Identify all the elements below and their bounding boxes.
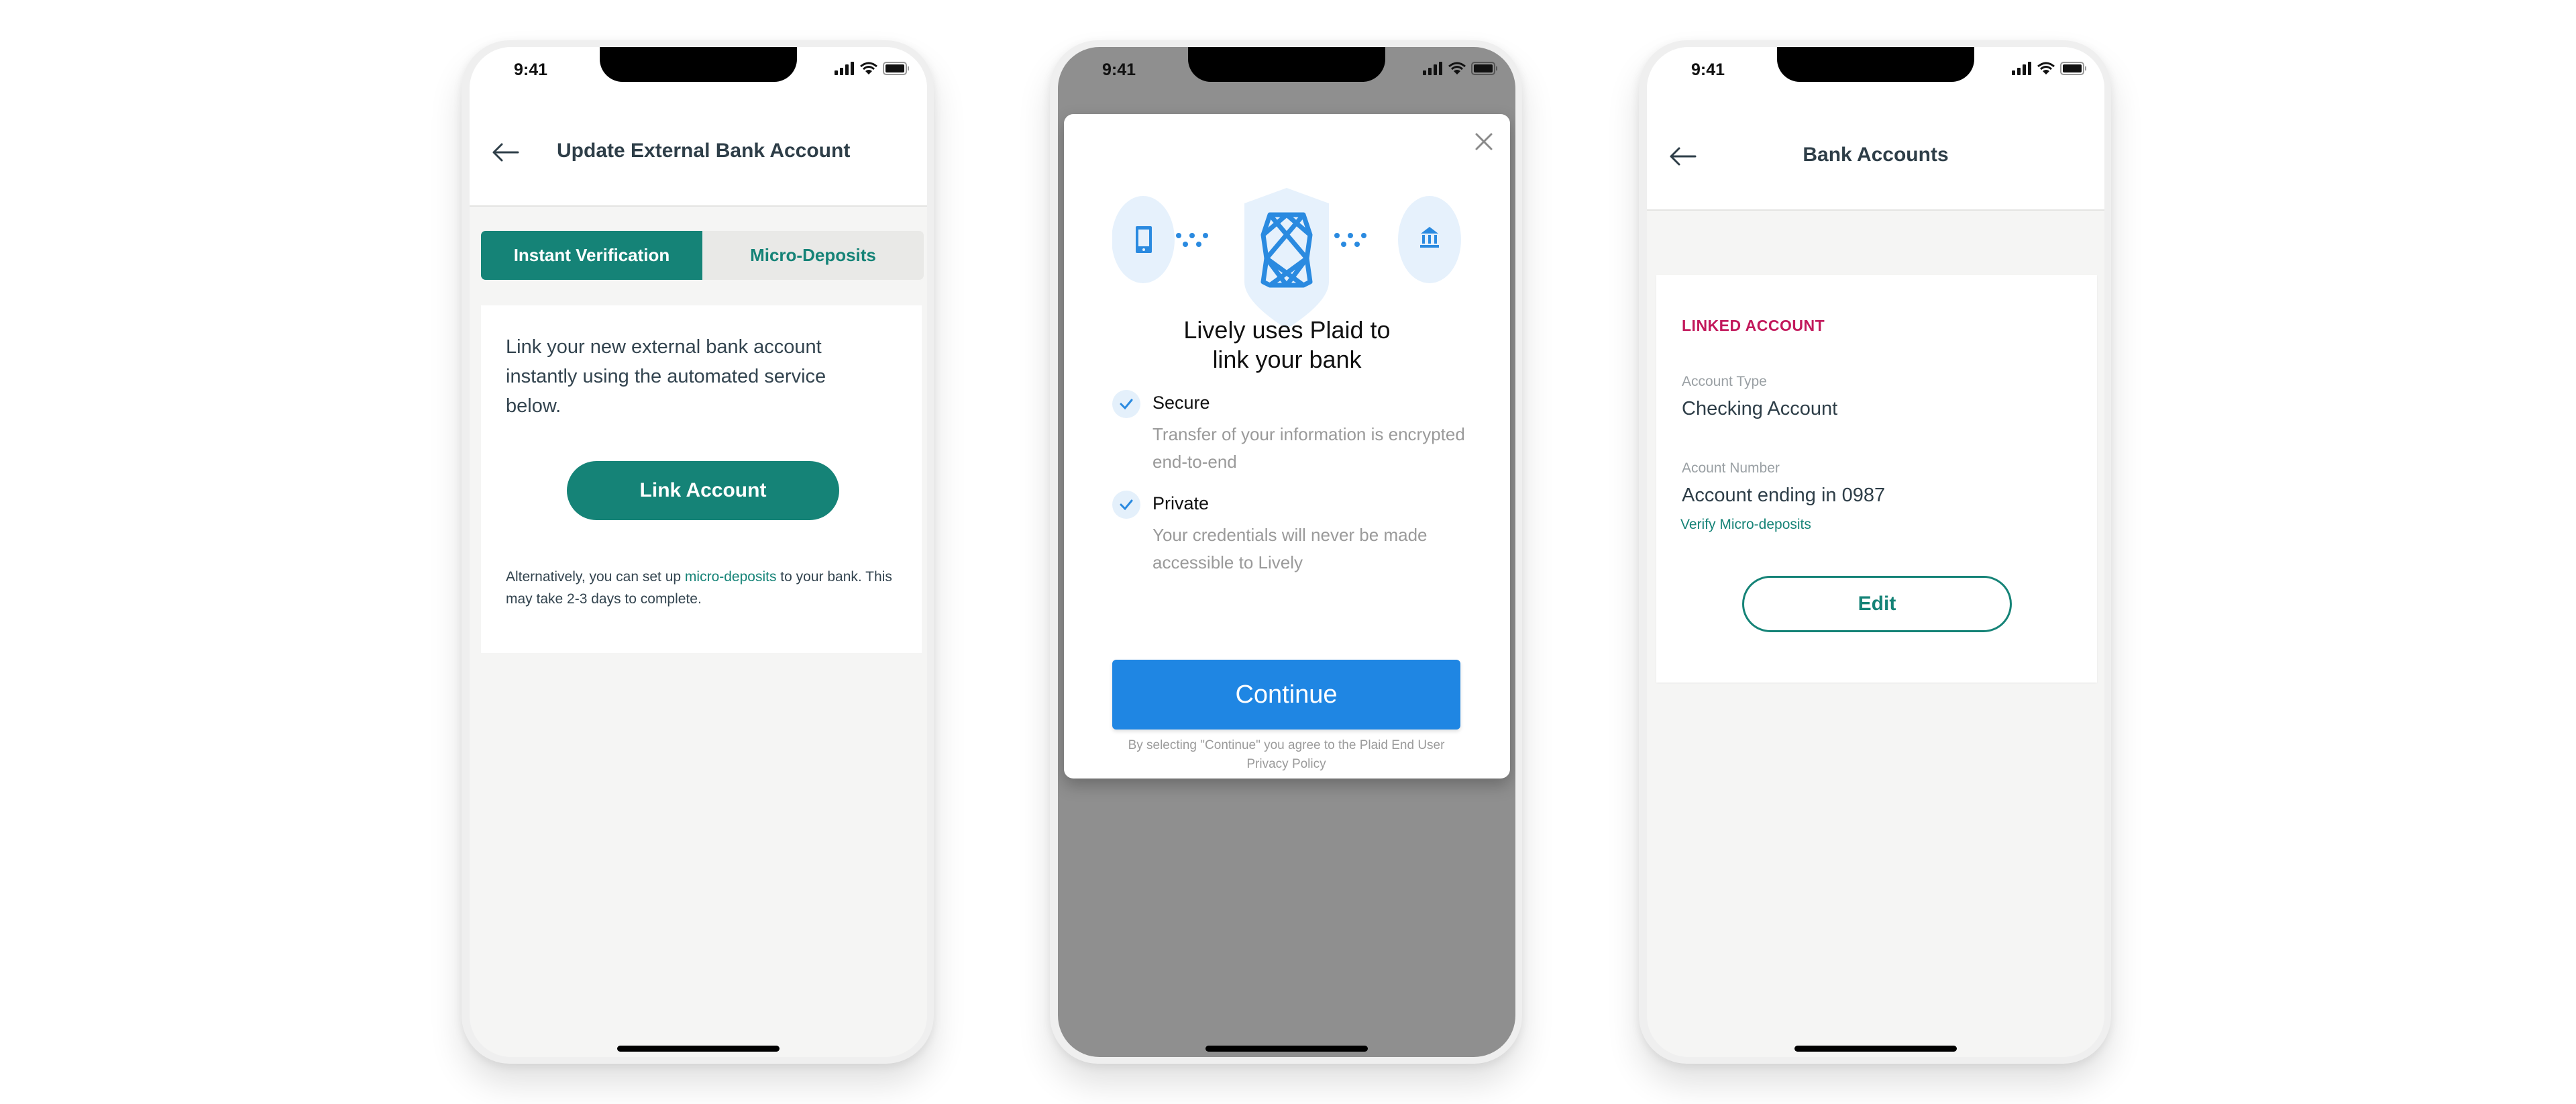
tab-instant-verification[interactable]: Instant Verification [481,231,702,280]
account-type-value: Checking Account [1682,398,1838,419]
phone-update-external-bank-account: Update External Bank Account 9:41 Instan… [462,40,934,1064]
screen: Update External Bank Account 9:41 Instan… [470,47,927,1057]
instructions-text: Link your new external bank account inst… [506,336,826,417]
alt-text-before: Alternatively, you can set up [506,569,685,585]
privacy-policy-notice[interactable]: By selecting "Continue" you agree to the… [1112,736,1460,774]
phone-bank-accounts: Bank Accounts 9:41 LINKED ACCOUNT Accoun… [1639,40,2111,1064]
wifi-icon [2037,62,2055,74]
feature-description: Your credentials will never be made acce… [1152,525,1428,572]
feature-title: Secure [1152,393,1210,413]
check-icon [1112,390,1140,418]
bank-icon [1398,196,1461,283]
micro-deposits-link[interactable]: micro-deposits [685,569,777,585]
page-title: Update External Bank Account [557,140,851,162]
section-label: LINKED ACCOUNT [1682,317,1825,334]
screen: Bank Accounts 9:41 LINKED ACCOUNT Accoun… [1647,47,2104,1057]
feature-description: Transfer of your information is encrypte… [1152,424,1465,472]
status-bar: 9:41 [1058,47,1515,94]
signal-icon [835,62,854,75]
phone-plaid-modal: 9:41 Lively uses Plaid to link your bank… [1050,40,1522,1064]
battery-icon [2060,62,2086,75]
status-time: 9:41 [1102,60,1136,79]
feature-title: Private [1152,493,1210,513]
notch [1188,47,1385,82]
wifi-icon [860,62,877,74]
plaid-shield-icon [1244,188,1329,329]
home-indicator [617,1046,780,1052]
screen: 9:41 Lively uses Plaid to link your bank… [1058,47,1515,1057]
verification-method-tabs: Instant Verification Micro-Deposits [481,231,924,280]
continue-button[interactable]: Continue [1112,660,1460,730]
check-icon [1112,491,1140,519]
wifi-icon [1448,62,1466,74]
link-account-button[interactable]: Link Account [567,461,839,520]
verify-micro-deposits-link[interactable]: Verify Micro-deposits [1680,517,1811,533]
back-arrow-icon[interactable] [491,142,519,162]
connection-dots-left [1176,233,1208,247]
status-bar: 9:41 [1647,47,2104,94]
notch [600,47,797,82]
battery-icon [1471,62,1497,75]
battery-icon [883,62,909,75]
instant-verification-card: Link your new external bank account inst… [481,305,922,653]
home-indicator [1794,1046,1957,1052]
account-type-label: Account Type [1682,374,1767,389]
home-indicator [1205,1046,1368,1052]
close-icon[interactable] [1474,132,1494,152]
modal-title: Lively uses Plaid to link your bank [1183,316,1391,373]
status-time: 9:41 [1691,60,1725,79]
signal-icon [2012,62,2031,75]
account-number-label: Acount Number [1682,460,1780,476]
signal-icon [1423,62,1442,75]
status-bar: 9:41 [470,47,927,94]
plaid-modal: Lively uses Plaid to link your bank Secu… [1064,114,1510,779]
linked-account-card: LINKED ACCOUNT Account Type Checking Acc… [1656,275,2097,683]
status-time: 9:41 [514,60,548,79]
alternative-text: Alternatively, you can set up micro-depo… [506,566,895,610]
notch [1777,47,1974,82]
edit-button[interactable]: Edit [1742,576,2012,632]
page-title: Bank Accounts [1803,144,1949,166]
connection-dots-right [1334,233,1366,247]
tab-micro-deposits[interactable]: Micro-Deposits [702,231,924,280]
phone-icon [1112,196,1175,283]
account-number-value: Account ending in 0987 [1682,485,1886,506]
